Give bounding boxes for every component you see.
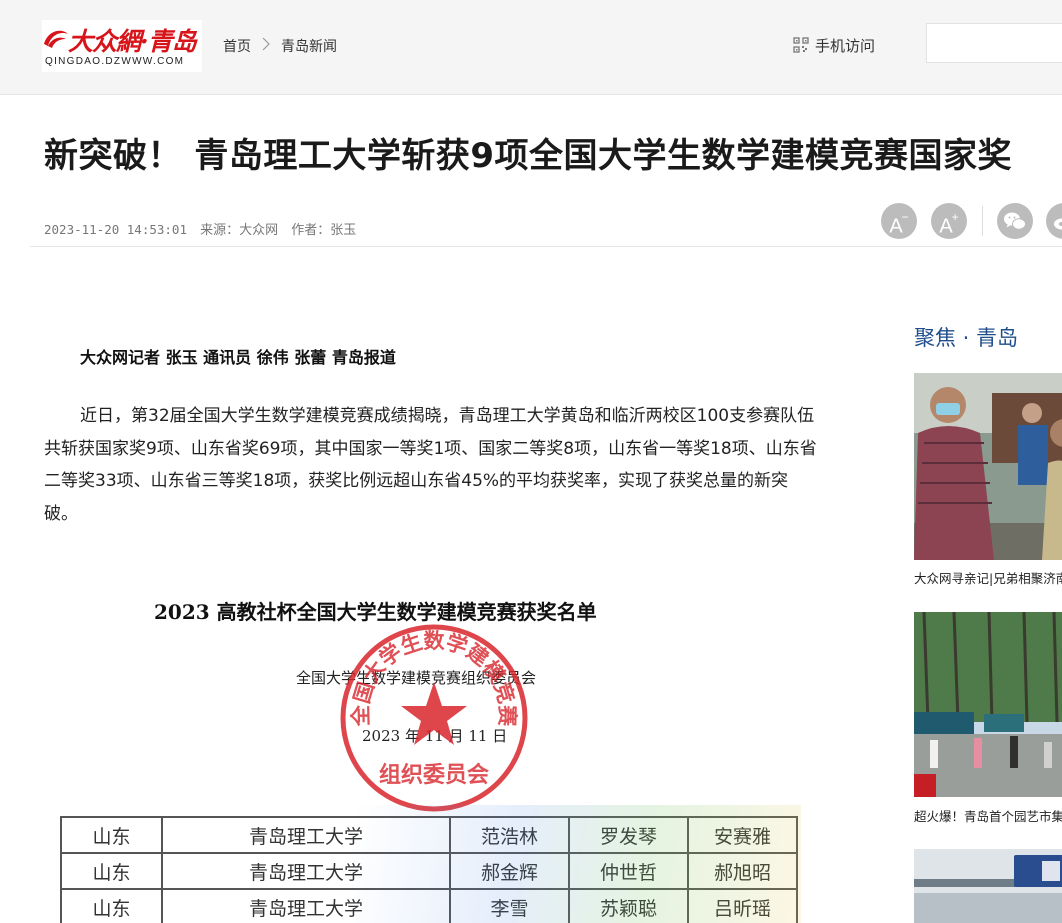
table-cell: 苏颖聪	[568, 888, 689, 923]
table-cell: 仲世哲	[568, 852, 689, 890]
table-cell: 青岛理工大学	[161, 852, 451, 890]
logo-domain: QINGDAO.DZWWW.COM	[45, 56, 185, 67]
wechat-share-button[interactable]	[997, 203, 1033, 239]
article-meta: 2023-11-20 14:53:01 来源：大众网 作者：张玉	[44, 219, 365, 238]
official-seal-icon: 全国大学生数学建模竞赛 组织委员会	[340, 624, 528, 812]
article-title: 新突破！ 青岛理工大学斩获9项全国大学生数学建模竞赛国家奖	[44, 136, 1012, 176]
table-row: 山东 青岛理工大学 范浩林 罗发琴 安赛雅	[60, 816, 798, 854]
breadcrumb-home[interactable]: 首页	[223, 36, 251, 56]
weibo-share-button[interactable]	[1046, 203, 1062, 239]
sidebar-caption-2[interactable]: 超火爆！青岛首个园艺市集	[914, 806, 1062, 825]
award-list-table: 山东 青岛理工大学 范浩林 罗发琴 安赛雅 山东 青岛理工大学 郝金辉 仲世哲 …	[60, 816, 798, 923]
mobile-access-button[interactable]: 手机访问	[793, 35, 875, 56]
sidebar-caption-1[interactable]: 大众网寻亲记|兄弟相聚济南	[914, 568, 1062, 587]
news-photo-station	[914, 849, 1062, 923]
table-cell: 青岛理工大学	[161, 888, 451, 923]
chevron-right-icon	[262, 37, 270, 51]
table-cell: 安赛雅	[687, 816, 798, 854]
article-author: 作者：张玉	[291, 223, 357, 238]
table-cell: 吕昕瑶	[687, 888, 798, 923]
wechat-icon	[1004, 212, 1026, 230]
table-cell: 山东	[60, 888, 163, 923]
logo-swirl-icon	[44, 30, 68, 48]
article-paragraph: 近日，第32届全国大学生数学建模竞赛成绩揭晓，青岛理工大学黄岛和临沂两校区100…	[44, 406, 817, 524]
news-photo-people	[914, 373, 1062, 560]
svg-text:组织委员会: 组织委员会	[379, 762, 489, 788]
article-lead: 大众网记者 张玉 通讯员 徐伟 张蕾 青岛报道	[80, 348, 396, 367]
table-cell: 青岛理工大学	[161, 816, 451, 854]
table-cell: 山东	[60, 852, 163, 890]
font-smaller-button[interactable]: A−	[881, 203, 917, 239]
breadcrumb-qingdao-news[interactable]: 青岛新闻	[281, 36, 337, 56]
search-input[interactable]	[926, 23, 1062, 63]
weibo-icon	[1054, 218, 1062, 230]
award-list-image: 2023 高教社杯全国大学生数学建模竞赛获奖名单 全国大学生数学建模竞赛组织委员…	[56, 580, 801, 923]
toolbar-divider	[982, 206, 983, 236]
table-cell: 郝旭昭	[687, 852, 798, 890]
news-photo-market	[914, 612, 1062, 797]
sidebar-title: 聚焦 · 青岛	[914, 326, 1019, 350]
mobile-access-label: 手机访问	[815, 37, 876, 55]
table-cell: 李雪	[449, 888, 570, 923]
font-larger-button[interactable]: A+	[931, 203, 967, 239]
table-row: 山东 青岛理工大学 郝金辉 仲世哲 郝旭昭	[60, 852, 798, 890]
table-cell: 山东	[60, 816, 163, 854]
site-logo[interactable]: 大众網·青岛 QINGDAO.DZWWW.COM	[42, 20, 202, 72]
sidebar-thumb-1[interactable]	[914, 373, 1062, 560]
article-source: 来源：大众网	[200, 223, 279, 238]
sidebar-thumb-3[interactable]	[914, 849, 1062, 923]
logo-text: 大众網·青岛	[68, 27, 197, 56]
qr-code-icon	[793, 37, 809, 53]
sidebar-thumb-2[interactable]	[914, 612, 1062, 797]
table-cell: 范浩林	[449, 816, 570, 854]
article-date: 2023-11-20 14:53:01	[44, 222, 187, 237]
site-header: 大众網·青岛 QINGDAO.DZWWW.COM 首页 青岛新闻 手机访问	[0, 0, 1062, 95]
table-cell: 罗发琴	[568, 816, 689, 854]
header-divider	[30, 246, 1062, 247]
table-row: 山东 青岛理工大学 李雪 苏颖聪 吕昕瑶	[60, 888, 798, 923]
table-cell: 郝金辉	[449, 852, 570, 890]
